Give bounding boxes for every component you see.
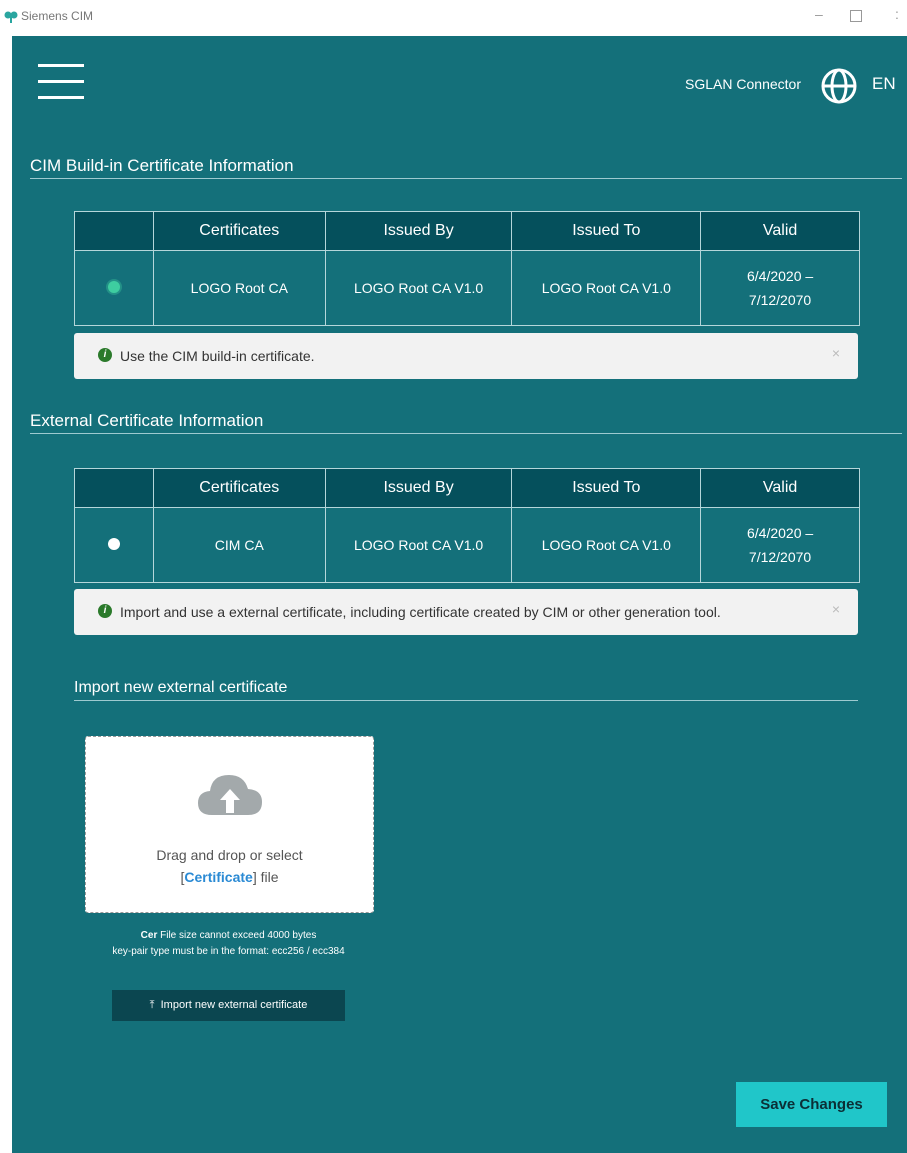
table-header-row: Certificates Issued By Issued To Valid: [74, 211, 860, 251]
info-icon: i: [98, 348, 112, 362]
app-main: SGLAN Connector EN CIM Build-in Certific…: [12, 36, 907, 1153]
table-cell: LOGO Root CA V1.0: [511, 250, 702, 326]
language-selector[interactable]: EN: [872, 74, 896, 94]
table-header: Issued To: [511, 468, 702, 508]
table-header-row: Certificates Issued By Issued To Valid: [74, 468, 860, 508]
builtin-certificate-table: Certificates Issued By Issued To Valid L…: [74, 211, 860, 326]
minimize-button[interactable]: –: [815, 6, 823, 22]
table-header: Certificates: [152, 211, 326, 251]
import-button-label: Import new external certificate: [160, 999, 308, 1011]
import-section-title: Import new external certificate: [74, 679, 288, 696]
cloud-upload-icon: [198, 775, 262, 815]
table-header-select: [74, 211, 154, 251]
connector-label: SGLAN Connector: [685, 76, 801, 92]
upload-icon: ⤒: [149, 999, 155, 1011]
file-size-hint: Cer File size cannot exceed 4000 bytes: [72, 930, 385, 941]
table-cell-valid: 6/4/2020 – 7/12/2070: [700, 507, 860, 583]
table-cell-select[interactable]: [74, 507, 154, 583]
valid-from: 6/4/2020 –: [746, 268, 814, 284]
window-title: Siemens CIM: [21, 9, 94, 23]
table-cell-select[interactable]: [74, 250, 154, 326]
table-header: Valid: [700, 211, 860, 251]
alert-text: Import and use a external certificate, i…: [120, 604, 721, 620]
siemens-logo-icon: [4, 11, 18, 23]
close-icon[interactable]: ×: [832, 601, 840, 617]
valid-from: 6/4/2020 –: [746, 525, 814, 541]
table-cell: LOGO Root CA V1.0: [324, 507, 513, 583]
save-changes-button[interactable]: Save Changes: [736, 1082, 887, 1127]
valid-to: 7/12/2070: [748, 549, 812, 565]
table-cell: LOGO Root CA: [152, 250, 326, 326]
builtin-section-divider: [30, 178, 902, 179]
certificate-radio-unselected[interactable]: [107, 538, 120, 550]
external-certificate-table: Certificates Issued By Issued To Valid C…: [74, 468, 860, 583]
bracket-close: ] file: [252, 869, 279, 885]
table-cell: LOGO Root CA V1.0: [511, 507, 702, 583]
builtin-section-title: CIM Build-in Certificate Information: [30, 156, 294, 175]
close-icon[interactable]: ×: [832, 345, 840, 361]
valid-to: 7/12/2070: [748, 292, 812, 308]
hamburger-menu-icon[interactable]: [38, 64, 84, 99]
table-header: Certificates: [152, 468, 326, 508]
hint-size-text: File size cannot exceed 4000 bytes: [157, 930, 317, 941]
alert-text: Use the CIM build-in certificate.: [120, 348, 315, 364]
import-section-divider: [74, 700, 858, 701]
table-cell: CIM CA: [152, 507, 326, 583]
import-certificate-button[interactable]: ⤒ Import new external certificate: [112, 990, 345, 1021]
external-section-title: External Certificate Information: [30, 411, 264, 430]
more-options-button[interactable]: :: [895, 6, 899, 22]
table-row[interactable]: CIM CA LOGO Root CA V1.0 LOGO Root CA V1…: [74, 507, 860, 583]
table-header: Valid: [700, 468, 860, 508]
table-header: Issued To: [511, 211, 702, 251]
table-cell-valid: 6/4/2020 – 7/12/2070: [700, 250, 860, 326]
globe-icon[interactable]: [821, 68, 857, 104]
table-cell: LOGO Root CA V1.0: [324, 250, 513, 326]
external-section-divider: [30, 433, 902, 434]
dropzone-file-type: [Certificate] file: [86, 869, 373, 885]
external-info-alert: i Import and use a external certificate,…: [74, 589, 858, 635]
table-header-select: [74, 468, 154, 508]
hint-cer-label: Cer: [140, 930, 158, 941]
window-titlebar: Siemens CIM – :: [0, 0, 907, 36]
certificate-radio-selected[interactable]: [107, 281, 120, 293]
table-row[interactable]: LOGO Root CA LOGO Root CA V1.0 LOGO Root…: [74, 250, 860, 326]
dropzone-instruction: Drag and drop or select: [156, 847, 303, 863]
certificate-dropzone[interactable]: Drag and drop or select [Certificate] fi…: [85, 736, 374, 913]
table-header: Issued By: [324, 211, 513, 251]
certificate-select-link[interactable]: Certificate: [184, 869, 252, 885]
info-icon: i: [98, 604, 112, 618]
table-header: Issued By: [324, 468, 513, 508]
builtin-info-alert: i Use the CIM build-in certificate. ×: [74, 333, 858, 379]
key-pair-hint: key-pair type must be in the format: ecc…: [112, 946, 345, 957]
maximize-button[interactable]: [850, 10, 862, 22]
